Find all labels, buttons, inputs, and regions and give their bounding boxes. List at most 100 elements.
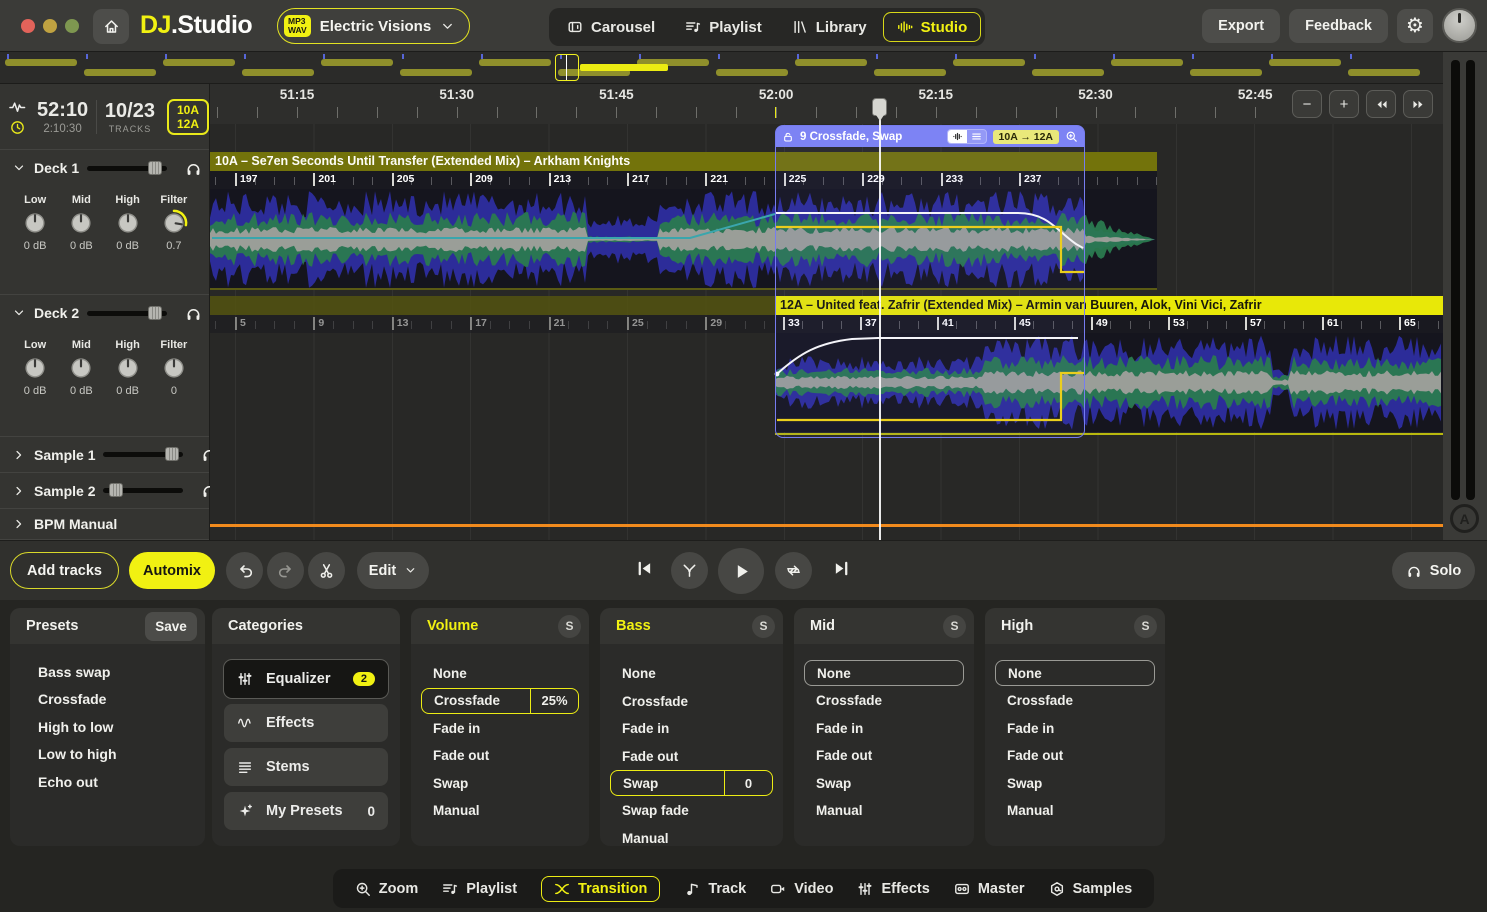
settings-button[interactable]: ⚙ [1397,9,1433,43]
option-fade-out[interactable]: Fade out [985,742,1165,770]
redo-button[interactable] [267,552,304,589]
option-crossfade[interactable]: Crossfade [985,687,1165,715]
tab-library[interactable]: Library [778,12,881,42]
knob-dial[interactable] [159,353,189,383]
headphones-cue-button[interactable] [185,160,202,177]
option-crossfade[interactable]: Crossfade [600,688,783,716]
waveform-view-icon[interactable] [948,130,967,143]
knob-dial[interactable] [20,208,50,238]
toolbar-item-samples[interactable]: Samples [1049,881,1133,897]
preset-item[interactable]: Bass swap [10,658,205,686]
save-preset-button[interactable]: Save [145,612,197,641]
crossfade-header[interactable]: 9 Crossfade, Swap 10A → 12A [776,126,1084,147]
option-swap[interactable]: Swap [985,770,1165,798]
jump-forward-button[interactable] [1403,90,1433,118]
level-slider[interactable] [103,452,183,457]
undo-button[interactable] [226,552,263,589]
master-volume-knob[interactable] [1442,8,1477,43]
option-swap[interactable]: Swap [411,770,589,798]
option-swap-fade[interactable]: Swap fade [600,797,783,825]
knob-mid[interactable]: Mid0 dB [66,194,96,252]
knob-high[interactable]: High0 dB [113,339,143,397]
time-ruler[interactable]: 51:1551:3051:4552:0052:1552:3052:45−+ [210,84,1443,124]
option-none[interactable]: None [600,660,783,688]
deck-header[interactable]: Deck 1 [0,150,209,186]
knob-dial[interactable] [113,208,143,238]
knob-mid[interactable]: Mid0 dB [66,339,96,397]
playhead-handle[interactable] [872,98,887,116]
bpm-manual-row[interactable]: BPM Manual [0,509,209,540]
slider-handle[interactable] [148,306,162,320]
option-manual[interactable]: Manual [600,825,783,847]
option-manual[interactable]: Manual [985,797,1165,825]
chevron-right-icon[interactable] [12,448,26,462]
play-button[interactable] [718,548,764,594]
list-view-icon[interactable] [967,130,986,143]
toolbar-item-video[interactable]: Video [770,881,833,897]
option-none[interactable]: None [804,660,964,686]
toolbar-item-transition[interactable]: Transition [541,876,660,902]
category-my-presets[interactable]: My Presets0 [224,792,388,830]
solo-toggle-button[interactable]: S [1134,615,1157,638]
option-fade-in[interactable]: Fade in [985,715,1165,743]
add-tracks-button[interactable]: Add tracks [10,552,119,589]
merge-transition-button[interactable] [671,552,708,589]
window-zoom-button[interactable] [65,19,79,33]
knob-filter[interactable]: Filter0.7 [159,194,189,252]
window-close-button[interactable] [21,19,35,33]
zoom-in-button[interactable]: + [1329,90,1359,118]
knob-dial[interactable] [66,353,96,383]
bpm-automation-line[interactable] [210,524,1443,527]
toolbar-item-zoom[interactable]: Zoom [355,881,418,897]
minimap-viewport[interactable] [555,54,579,81]
slider-handle[interactable] [148,161,162,175]
automix-button[interactable]: Automix [129,552,215,589]
level-slider[interactable] [87,311,167,316]
chevron-right-icon[interactable] [12,484,26,498]
jump-back-button[interactable] [1366,90,1396,118]
preset-item[interactable]: Echo out [10,768,205,796]
chevron-down-icon[interactable] [12,161,26,175]
option-fade-out[interactable]: Fade out [600,743,783,771]
option-swap[interactable]: Swap [794,770,974,798]
knob-dial[interactable] [113,353,143,383]
preset-item[interactable]: Low to high [10,741,205,769]
option-fade-in[interactable]: Fade in [794,715,974,743]
option-manual[interactable]: Manual [411,797,589,825]
option-fade-in[interactable]: Fade in [411,715,589,743]
skip-back-button[interactable] [636,560,653,577]
sample-row-1[interactable]: Sample 1 [0,437,209,473]
deck-header[interactable]: Deck 2 [0,295,209,331]
knob-low[interactable]: Low0 dB [20,339,50,397]
chevron-down-icon[interactable] [12,306,26,320]
headphones-cue-button[interactable] [185,305,202,322]
option-fade-in[interactable]: Fade in [600,715,783,743]
level-slider[interactable] [103,488,183,493]
category-stems[interactable]: Stems [224,748,388,786]
category-equalizer[interactable]: Equalizer2 [224,660,388,698]
feedback-button[interactable]: Feedback [1289,9,1388,43]
zoom-in-icon[interactable] [1065,130,1078,143]
knob-low[interactable]: Low0 dB [20,194,50,252]
zoom-out-button[interactable]: − [1292,90,1322,118]
toolbar-item-playlist[interactable]: Playlist [442,881,517,897]
loop-button[interactable] [775,552,812,589]
crossfade-region[interactable]: 9 Crossfade, Swap 10A → 12A [775,125,1085,438]
skip-forward-button[interactable] [833,560,850,577]
tab-studio[interactable]: Studio [883,12,982,42]
toolbar-item-effects[interactable]: Effects [857,881,929,897]
option-none[interactable]: None [995,660,1155,686]
sample-row-2[interactable]: Sample 2 [0,473,209,509]
timeline-minimap[interactable] [0,52,1443,84]
solo-toggle-button[interactable]: S [558,615,581,638]
knob-filter[interactable]: Filter0 [159,339,189,397]
option-fade-out[interactable]: Fade out [794,742,974,770]
project-selector[interactable]: MP3WAV Electric Visions [277,8,470,44]
tab-carousel[interactable]: Carousel [553,12,669,42]
option-crossfade[interactable]: Crossfade25% [421,688,579,714]
option-fade-out[interactable]: Fade out [411,742,589,770]
category-effects[interactable]: Effects [224,704,388,742]
option-swap[interactable]: Swap0 [610,770,773,796]
window-minimize-button[interactable] [43,19,57,33]
timeline-lanes[interactable]: 51:1551:3051:4552:0052:1552:3052:45−+ 10… [210,84,1443,540]
